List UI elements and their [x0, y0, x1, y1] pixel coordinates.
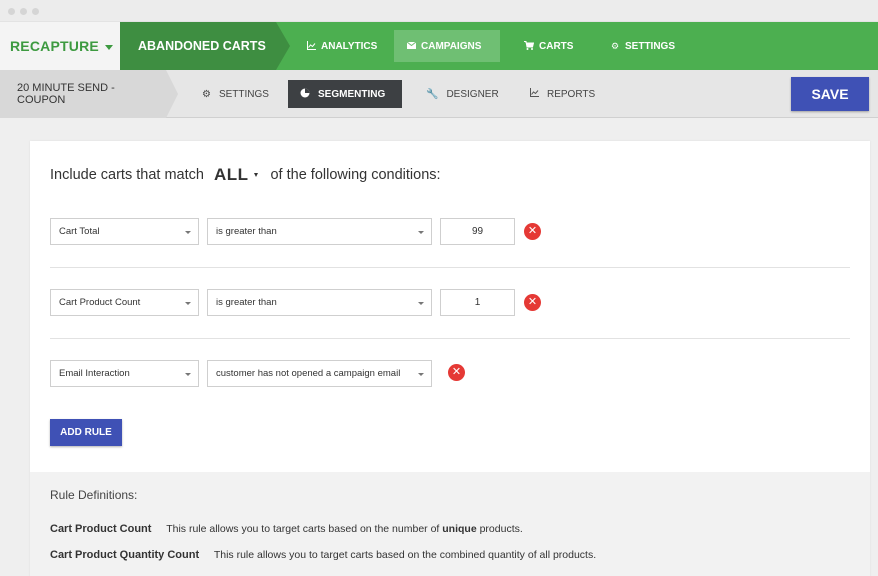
brand-dropdown[interactable]: RECAPTURE	[0, 22, 120, 70]
rule-field-select[interactable]: Cart Product Count	[50, 289, 199, 316]
section-arrow-shape	[276, 22, 290, 70]
conditions-suffix: of the following conditions:	[270, 167, 441, 183]
definition-text: This rule allows you to target carts bas…	[166, 523, 443, 535]
definition-text: This rule allows you to target carts bas…	[213, 549, 597, 561]
nav-settings-label: SETTINGS	[625, 40, 676, 52]
nav-analytics-label: ANALYTICS	[321, 40, 378, 52]
conditions-prefix: Include carts that match	[50, 167, 204, 183]
tab-designer[interactable]: 🔧 DESIGNER	[414, 80, 511, 108]
rule-value-input[interactable]: 1	[440, 289, 515, 316]
cart-icon	[524, 40, 535, 52]
nav-campaigns[interactable]: CAMPAIGNS	[394, 30, 500, 62]
remove-rule-icon[interactable]: ✕	[524, 223, 541, 240]
remove-rule-icon[interactable]: ✕	[524, 294, 541, 311]
rule-operator-value: customer has not opened a campaign email	[216, 368, 401, 379]
segmenting-panel: Include carts that match ALL of the foll…	[30, 141, 870, 576]
rule-operator-value: is greater than	[216, 226, 277, 237]
section-title: ABANDONED CARTS	[120, 22, 276, 70]
rule-row: Cart Total is greater than 99 ✕	[50, 218, 850, 246]
rule-field-select[interactable]: Email Interaction	[50, 360, 199, 387]
tab-segmenting-label: SEGMENTING	[318, 88, 386, 100]
chart-icon	[306, 40, 316, 52]
window-dot-icon	[32, 8, 39, 15]
nav-settings[interactable]: ⚙ SETTINGS	[598, 30, 687, 62]
caret-down-icon	[418, 302, 424, 305]
tab-settings-label: SETTINGS	[218, 88, 269, 100]
chart-icon	[530, 88, 539, 100]
caret-down-icon[interactable]	[254, 173, 259, 177]
window-dot-icon	[8, 8, 15, 15]
nav-carts[interactable]: CARTS	[512, 30, 585, 62]
conditions-heading: Include carts that match ALL of the foll…	[50, 165, 441, 185]
rule-field-select[interactable]: Cart Total	[50, 218, 199, 245]
rule-operator-select[interactable]: customer has not opened a campaign email	[207, 360, 432, 387]
add-rule-button[interactable]: ADD RULE	[50, 419, 122, 446]
tab-settings[interactable]: ⚙ SETTINGS	[190, 80, 281, 108]
caret-down-icon	[185, 302, 191, 305]
caret-down-icon	[418, 373, 424, 376]
match-select[interactable]: ALL	[214, 165, 249, 185]
rule-row: Cart Product Count is greater than 1 ✕	[50, 289, 850, 317]
campaign-name-label: 20 MINUTE SEND - COUPON	[17, 82, 115, 106]
tab-designer-label: DESIGNER	[446, 88, 499, 100]
pie-icon	[300, 88, 310, 101]
wrench-icon: 🔧	[426, 88, 439, 100]
rule-field-value: Cart Product Count	[59, 297, 141, 308]
save-button[interactable]: SAVE	[791, 77, 869, 111]
rule-operator-value: is greater than	[216, 297, 277, 308]
rule-field-value: Email Interaction	[59, 368, 130, 379]
top-navbar: RECAPTURE ABANDONED CARTS ANALYTICS CAMP…	[0, 22, 878, 70]
rule-field-value: Cart Total	[59, 226, 100, 237]
definition-term: Cart Product Quantity Count	[50, 549, 200, 561]
nav-campaigns-label: CAMPAIGNS	[421, 40, 482, 52]
caret-down-icon	[185, 373, 191, 376]
remove-rule-icon[interactable]: ✕	[448, 364, 465, 381]
caret-down-icon	[185, 231, 191, 234]
caret-down-icon	[418, 231, 424, 234]
definition-text-end: products.	[476, 523, 523, 535]
rule-operator-select[interactable]: is greater than	[207, 218, 432, 245]
caret-down-icon	[104, 44, 113, 50]
window-titlebar	[0, 0, 878, 22]
gear-icon: ⚙	[610, 40, 620, 51]
rule-operator-select[interactable]: is greater than	[207, 289, 432, 316]
definitions-title: Rule Definitions:	[50, 488, 138, 502]
campaign-name: 20 MINUTE SEND - COUPON	[0, 70, 166, 118]
section-label: ABANDONED CARTS	[138, 39, 266, 53]
definition-item: Cart Product Quantity Count This rule al…	[50, 549, 596, 561]
definition-item: Cart Product Count This rule allows you …	[50, 523, 523, 535]
nav-carts-label: CARTS	[539, 40, 574, 52]
brand-label: RECAPTURE	[10, 38, 99, 54]
rule-row: Email Interaction customer has not opene…	[50, 360, 850, 388]
rule-divider	[50, 338, 850, 339]
envelope-icon	[406, 41, 416, 51]
rule-divider	[50, 267, 850, 268]
rule-definitions: Rule Definitions: Cart Product Count Thi…	[30, 472, 870, 576]
window-dot-icon	[20, 8, 27, 15]
campaign-subnav: 20 MINUTE SEND - COUPON ⚙ SETTINGS SEGME…	[0, 70, 878, 118]
definition-term: Cart Product Count	[50, 523, 152, 535]
definition-emphasis: unique	[442, 523, 477, 535]
tab-reports[interactable]: REPORTS	[518, 80, 607, 108]
nav-analytics[interactable]: ANALYTICS	[294, 30, 389, 62]
campaign-arrow-shape	[166, 70, 178, 118]
tab-reports-label: REPORTS	[547, 88, 596, 100]
gear-icon: ⚙	[202, 88, 211, 100]
tab-segmenting[interactable]: SEGMENTING	[288, 80, 402, 108]
rule-value-input[interactable]: 99	[440, 218, 515, 245]
